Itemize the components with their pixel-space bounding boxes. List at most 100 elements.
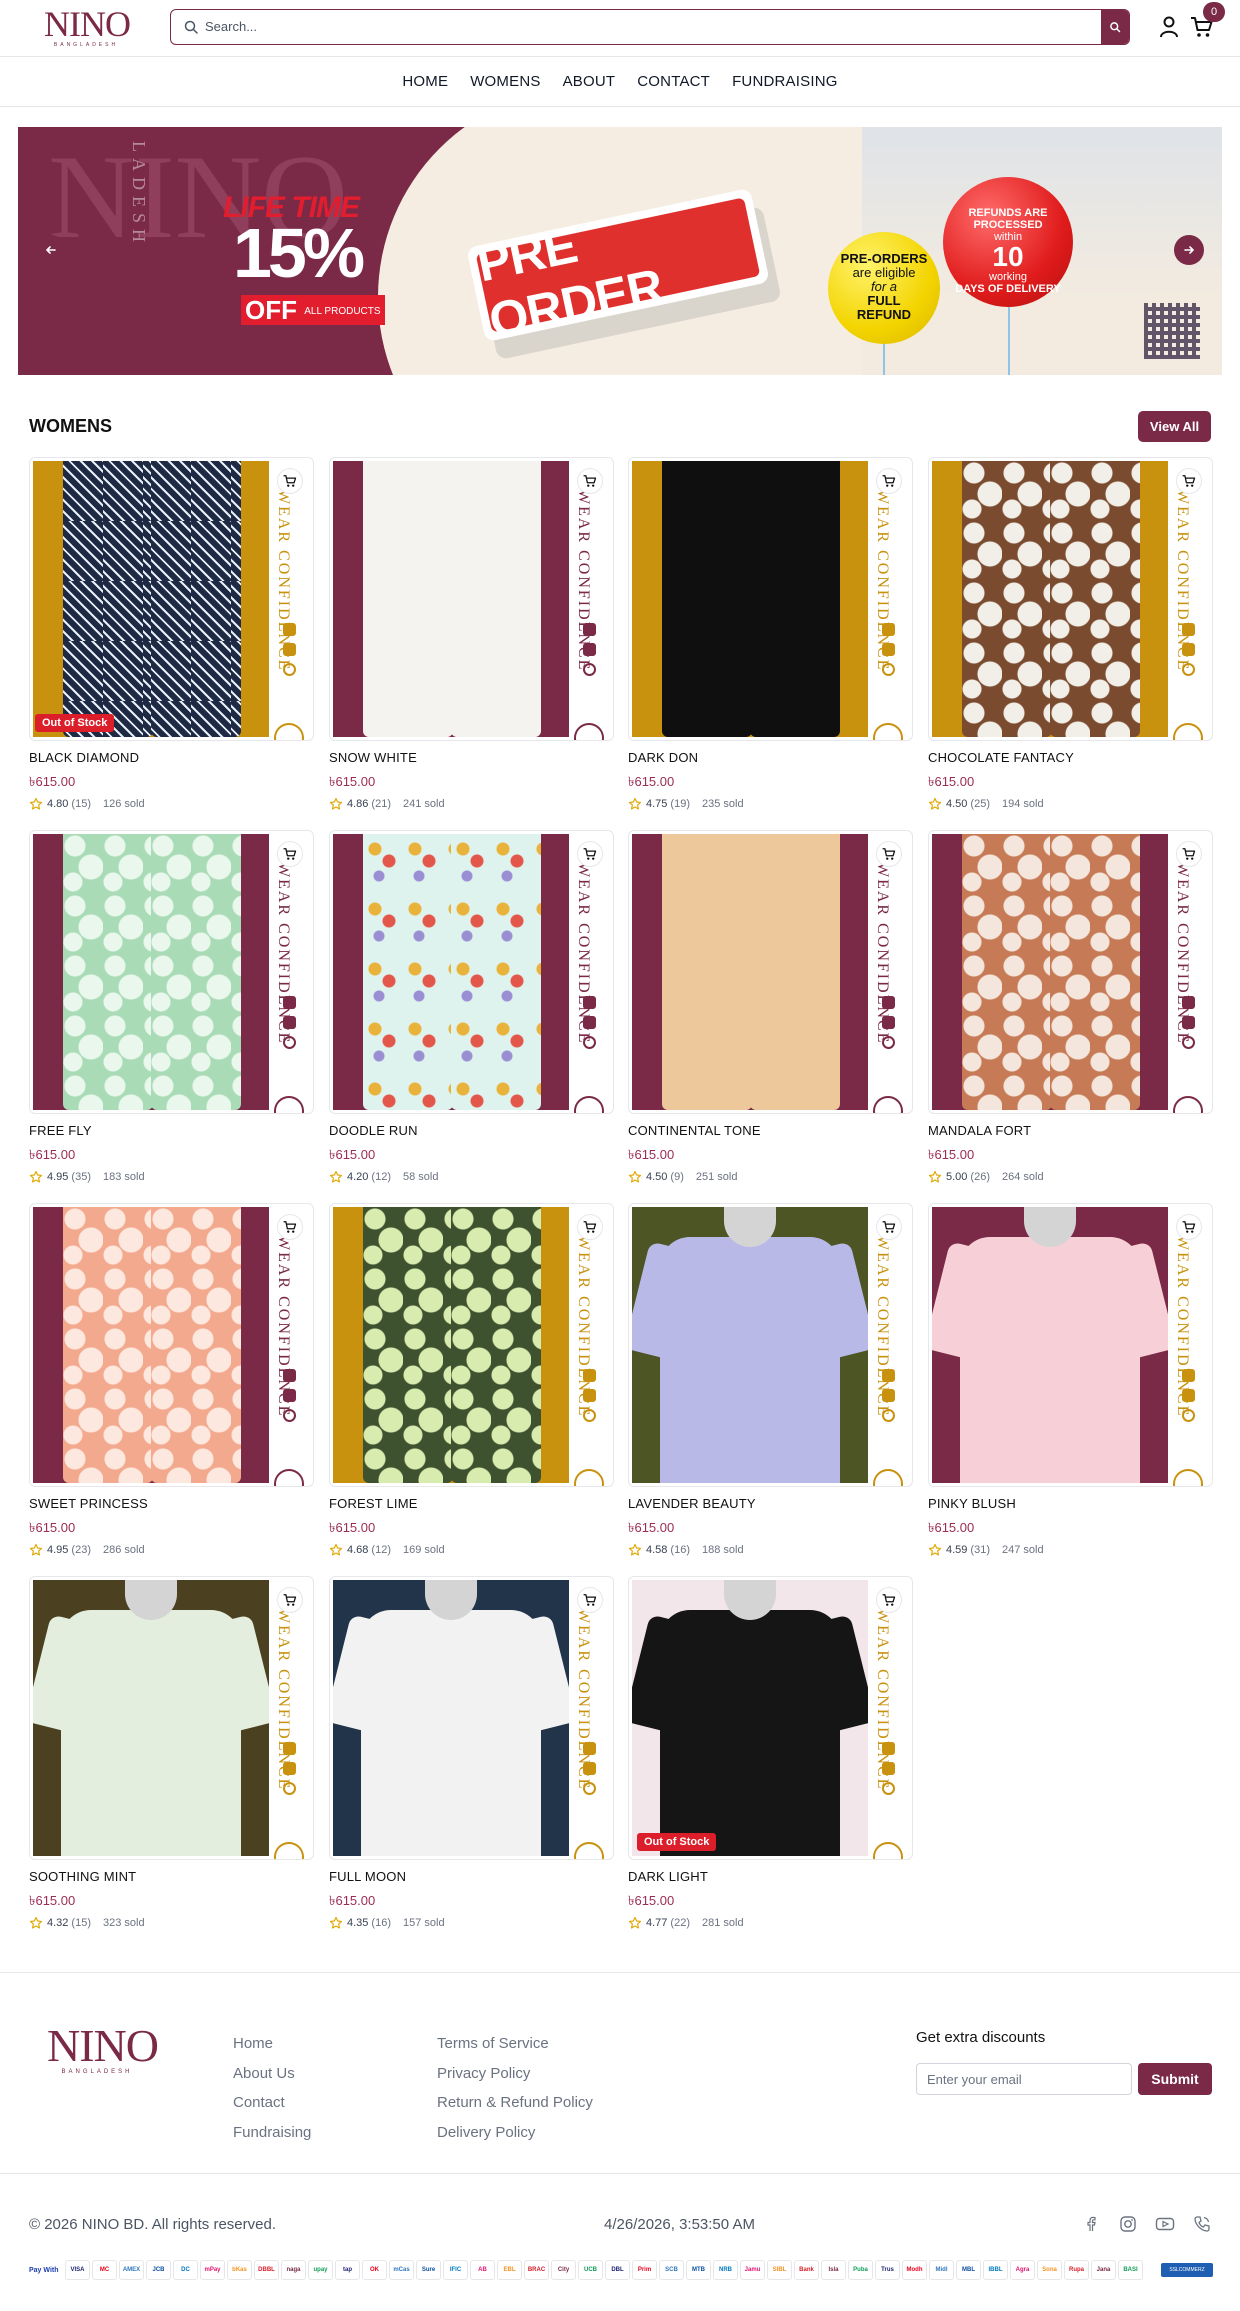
add-to-cart-button[interactable]	[1176, 468, 1202, 494]
footer-link-delivery[interactable]: Delivery Policy	[437, 2118, 593, 2148]
search-submit-button[interactable]	[1101, 10, 1129, 44]
payment-method-logo: Agra	[1010, 2260, 1035, 2280]
youtube-icon[interactable]	[1154, 2213, 1176, 2235]
footer-link-terms[interactable]: Terms of Service	[437, 2029, 593, 2059]
product-name[interactable]: FOREST LIME	[329, 1496, 418, 1511]
product-name[interactable]: DOODLE RUN	[329, 1123, 418, 1138]
product-image-frame[interactable]: WEAR CONFIDENCE Out of Stock	[628, 1576, 913, 1860]
product-card[interactable]: WEAR CONFIDENCE CONTINENTAL TONE ৳615.00 4.…	[628, 830, 913, 1198]
add-to-cart-button[interactable]	[577, 1214, 603, 1240]
nav-item-home[interactable]: HOME	[402, 73, 448, 90]
add-to-cart-button[interactable]	[577, 841, 603, 867]
footer-link-home[interactable]: Home	[233, 2029, 311, 2059]
product-image-frame[interactable]: WEAR CONFIDENCE	[29, 1576, 314, 1860]
nav-item-fundraising[interactable]: FUNDRAISING	[732, 73, 838, 90]
add-to-cart-button[interactable]	[876, 1587, 902, 1613]
product-image-frame[interactable]: WEAR CONFIDENCE	[928, 457, 1213, 741]
product-image-frame[interactable]: WEAR CONFIDENCE	[928, 830, 1213, 1114]
cart-icon	[882, 475, 896, 487]
facebook-icon[interactable]	[1080, 2213, 1102, 2235]
instagram-icon[interactable]	[1117, 2213, 1139, 2235]
product-name[interactable]: LAVENDER BEAUTY	[628, 1496, 756, 1511]
add-to-cart-button[interactable]	[876, 1214, 902, 1240]
strip-instagram-icon	[882, 1016, 895, 1029]
product-card[interactable]: WEAR CONFIDENCE Out of Stock BLACK DIAMOND…	[29, 457, 314, 825]
footer-link-about[interactable]: About Us	[233, 2059, 311, 2089]
payment-method-logo: AMEX	[119, 2260, 144, 2280]
product-name[interactable]: DARK DON	[628, 750, 698, 765]
add-to-cart-button[interactable]	[577, 468, 603, 494]
product-card[interactable]: WEAR CONFIDENCE SNOW WHITE ৳615.00 4.86 (21)…	[329, 457, 614, 825]
nav-item-womens[interactable]: WOMENS	[470, 73, 540, 90]
banner-next-button[interactable]	[1174, 235, 1204, 265]
user-icon[interactable]	[1158, 15, 1180, 39]
banner-prev-button[interactable]	[36, 235, 66, 265]
product-name[interactable]: CONTINENTAL TONE	[628, 1123, 761, 1138]
newsletter-submit-button[interactable]: Submit	[1138, 2063, 1212, 2095]
product-name[interactable]: PINKY BLUSH	[928, 1496, 1016, 1511]
product-name[interactable]: SOOTHING MINT	[29, 1869, 136, 1884]
cart-count-badge: 0	[1203, 2, 1225, 22]
add-to-cart-button[interactable]	[1176, 841, 1202, 867]
view-all-button[interactable]: View All	[1138, 411, 1211, 442]
brand-strip: WEAR CONFIDENCE	[569, 1207, 611, 1486]
product-image-frame[interactable]: WEAR CONFIDENCE	[329, 1576, 614, 1860]
product-rating-row: 4.59 (31) 247 sold	[928, 1543, 1044, 1557]
footer-link-privacy[interactable]: Privacy Policy	[437, 2059, 593, 2089]
add-to-cart-button[interactable]	[277, 1214, 303, 1240]
product-sold-count: 183 sold	[102, 1171, 145, 1183]
search-input[interactable]	[205, 10, 1065, 43]
product-image-frame[interactable]: WEAR CONFIDENCE	[329, 1203, 614, 1487]
product-image-frame[interactable]: WEAR CONFIDENCE Out of Stock	[29, 457, 314, 741]
product-card[interactable]: WEAR CONFIDENCE FULL MOON ৳615.00 4.35 (16) 1…	[329, 1576, 614, 1944]
red-balloon-line: within 10 working	[943, 231, 1073, 283]
add-to-cart-button[interactable]	[577, 1587, 603, 1613]
add-to-cart-button[interactable]	[1176, 1214, 1202, 1240]
add-to-cart-button[interactable]	[876, 841, 902, 867]
product-name[interactable]: FULL MOON	[329, 1869, 406, 1884]
product-image-frame[interactable]: WEAR CONFIDENCE	[628, 457, 913, 741]
logo[interactable]: NINO BANGLADESH	[44, 6, 131, 48]
product-image-frame[interactable]: WEAR CONFIDENCE	[329, 457, 614, 741]
product-name[interactable]: MANDALA FORT	[928, 1123, 1031, 1138]
footer-link-fundraising[interactable]: Fundraising	[233, 2118, 311, 2148]
product-image-frame[interactable]: WEAR CONFIDENCE	[329, 830, 614, 1114]
product-card[interactable]: WEAR CONFIDENCE MANDALA FORT ৳615.00 5.00 (2…	[928, 830, 1213, 1198]
add-to-cart-button[interactable]	[277, 468, 303, 494]
product-card[interactable]: WEAR CONFIDENCE DOODLE RUN ৳615.00 4.20 (12)…	[329, 830, 614, 1198]
footer-link-refund[interactable]: Return & Refund Policy	[437, 2088, 593, 2118]
add-to-cart-button[interactable]	[876, 468, 902, 494]
product-card[interactable]: WEAR CONFIDENCE FOREST LIME ৳615.00 4.68 (12…	[329, 1203, 614, 1571]
product-card[interactable]: WEAR CONFIDENCE FREE FLY ৳615.00 4.95 (35) 18…	[29, 830, 314, 1198]
add-to-cart-button[interactable]	[277, 1587, 303, 1613]
product-sold-count: 126 sold	[102, 798, 145, 810]
product-photo	[33, 834, 269, 1110]
product-card[interactable]: WEAR CONFIDENCE SWEET PRINCESS ৳615.00 4.95…	[29, 1203, 314, 1571]
product-name[interactable]: FREE FLY	[29, 1123, 92, 1138]
product-name[interactable]: BLACK DIAMOND	[29, 750, 139, 765]
add-to-cart-button[interactable]	[277, 841, 303, 867]
nav-item-contact[interactable]: CONTACT	[637, 73, 710, 90]
newsletter-email-input[interactable]	[916, 2063, 1132, 2095]
product-rating-row: 4.80 (15) 126 sold	[29, 797, 145, 811]
product-card[interactable]: WEAR CONFIDENCE SOOTHING MINT ৳615.00 4.32(…	[29, 1576, 314, 1944]
product-image-frame[interactable]: WEAR CONFIDENCE	[29, 830, 314, 1114]
product-image-frame[interactable]: WEAR CONFIDENCE	[928, 1203, 1213, 1487]
nav-item-about[interactable]: ABOUT	[563, 73, 616, 90]
footer-logo[interactable]: NINO BANGLADESH	[47, 2023, 159, 2076]
product-image-frame[interactable]: WEAR CONFIDENCE	[29, 1203, 314, 1487]
product-card[interactable]: WEAR CONFIDENCE LAVENDER BEAUTY ৳615.00 4.5…	[628, 1203, 913, 1571]
product-name[interactable]: SWEET PRINCESS	[29, 1496, 148, 1511]
product-card[interactable]: WEAR CONFIDENCE PINKY BLUSH ৳615.00 4.59 (31…	[928, 1203, 1213, 1571]
product-name[interactable]: SNOW WHITE	[329, 750, 417, 765]
product-card[interactable]: WEAR CONFIDENCE DARK DON ৳615.00 4.75 (19) 23…	[628, 457, 913, 825]
product-name[interactable]: DARK LIGHT	[628, 1869, 708, 1884]
product-image-frame[interactable]: WEAR CONFIDENCE	[628, 1203, 913, 1487]
product-image-frame[interactable]: WEAR CONFIDENCE	[628, 830, 913, 1114]
phone-icon[interactable]	[1191, 2213, 1213, 2235]
footer-link-contact[interactable]: Contact	[233, 2088, 311, 2118]
product-name[interactable]: CHOCOLATE FANTACY	[928, 750, 1074, 765]
product-card[interactable]: WEAR CONFIDENCE CHOCOLATE FANTACY ৳615.00 4…	[928, 457, 1213, 825]
product-card[interactable]: WEAR CONFIDENCE Out of Stock DARK LIGHT ৳61…	[628, 1576, 913, 1944]
red-balloon-string	[1008, 305, 1010, 375]
